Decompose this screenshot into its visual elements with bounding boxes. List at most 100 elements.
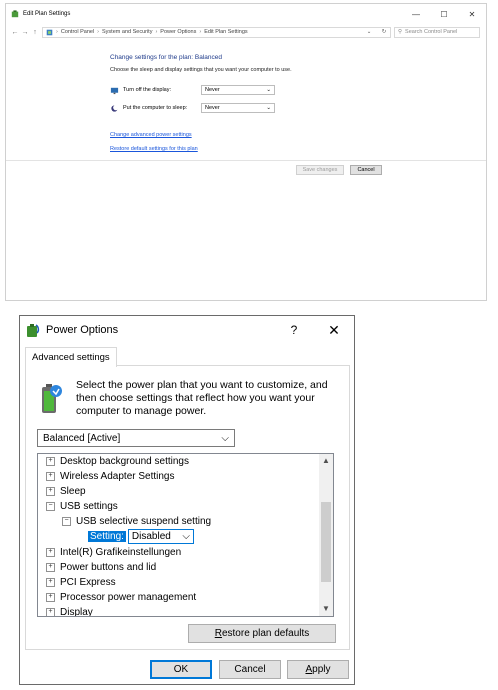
sleep-setting-row: Put the computer to sleep: Never ⌄ bbox=[110, 103, 275, 113]
back-button[interactable]: ← bbox=[10, 29, 20, 36]
tree-item-label: Processor power management bbox=[60, 592, 197, 603]
expand-icon[interactable]: + bbox=[46, 563, 55, 572]
tree-item-sleep[interactable]: + Sleep bbox=[46, 484, 86, 499]
tree-item-intel-graphics[interactable]: + Intel(R) Grafikeinstellungen bbox=[46, 545, 181, 560]
search-icon: ⚲ bbox=[398, 29, 403, 35]
chevron-down-icon: ⌄ bbox=[266, 87, 271, 93]
expand-icon[interactable]: + bbox=[46, 578, 55, 587]
window-title: Edit Plan Settings bbox=[23, 11, 71, 17]
help-button[interactable]: ? bbox=[274, 323, 314, 337]
cancel-button[interactable]: Cancel bbox=[219, 660, 281, 679]
maximize-button[interactable]: ☐ bbox=[430, 10, 458, 19]
restore-label: estore plan defaults bbox=[221, 628, 310, 639]
tree-item-label: Sleep bbox=[60, 486, 86, 497]
breadcrumb-separator: › bbox=[97, 29, 100, 35]
tree-item-desktop-background[interactable]: + Desktop background settings bbox=[46, 454, 189, 469]
breadcrumb-separator: › bbox=[199, 29, 202, 35]
up-button[interactable]: ↑ bbox=[30, 29, 40, 36]
breadcrumb-separator: › bbox=[155, 29, 158, 35]
tree-item-usb-selective-suspend[interactable]: − USB selective suspend setting bbox=[62, 514, 211, 529]
restore-mnemonic: R bbox=[214, 628, 222, 639]
tree-item-label: Desktop background settings bbox=[60, 456, 189, 467]
breadcrumb-separator: › bbox=[56, 29, 58, 35]
search-placeholder: Search Control Panel bbox=[405, 29, 458, 35]
expand-icon[interactable]: + bbox=[46, 487, 55, 496]
expand-icon[interactable]: + bbox=[46, 457, 55, 466]
sleep-label: Put the computer to sleep: bbox=[123, 105, 188, 111]
sleep-moon-icon bbox=[111, 104, 119, 112]
control-panel-icon bbox=[46, 29, 53, 35]
tree-item-usb-settings[interactable]: − USB settings bbox=[46, 499, 118, 514]
tree-item-label: PCI Express bbox=[60, 577, 116, 588]
refresh-icon[interactable]: ↻ bbox=[378, 29, 390, 35]
vertical-scrollbar[interactable]: ▲ ▼ bbox=[319, 454, 333, 616]
monitor-icon bbox=[110, 87, 119, 94]
tree-item-wireless-adapter[interactable]: + Wireless Adapter Settings bbox=[46, 469, 175, 484]
battery-plan-icon bbox=[42, 384, 62, 413]
scroll-down-icon[interactable]: ▼ bbox=[319, 602, 333, 616]
tree-item-label: Intel(R) Grafikeinstellungen bbox=[60, 547, 182, 558]
display-timeout-value: Never bbox=[205, 87, 220, 93]
expand-icon[interactable]: + bbox=[46, 548, 55, 557]
ok-button[interactable]: OK bbox=[150, 660, 212, 679]
power-plan-value: Balanced [Active] bbox=[43, 432, 121, 444]
collapse-icon[interactable]: − bbox=[62, 517, 71, 526]
search-input[interactable]: ⚲ Search Control Panel bbox=[394, 26, 480, 38]
scrollbar-thumb[interactable] bbox=[321, 502, 331, 582]
expand-icon[interactable]: + bbox=[46, 593, 55, 602]
advanced-settings-link[interactable]: Change advanced power settings bbox=[110, 132, 192, 138]
tree-item-label: USB settings bbox=[60, 501, 118, 512]
breadcrumb[interactable]: › Control Panel › System and Security › … bbox=[42, 26, 391, 38]
save-changes-button[interactable]: Save changes bbox=[296, 165, 344, 175]
title-bar: Edit Plan Settings — ☐ ✕ bbox=[6, 4, 486, 24]
breadcrumb-control-panel[interactable]: Control Panel bbox=[61, 29, 94, 35]
breadcrumb-edit-plan[interactable]: Edit Plan Settings bbox=[204, 29, 247, 35]
advanced-settings-panel: Select the power plan that you want to c… bbox=[25, 365, 350, 650]
edit-plan-settings-window: Edit Plan Settings — ☐ ✕ ← → ↑ › Control… bbox=[5, 3, 487, 301]
display-setting-row: Turn off the display: Never ⌄ bbox=[110, 85, 275, 95]
usb-suspend-setting-row: Setting: Disabled ⌵ bbox=[88, 529, 194, 544]
power-options-icon bbox=[27, 324, 40, 337]
plan-settings-content: Change settings for the plan: Balanced C… bbox=[6, 40, 486, 158]
apply-label: pply bbox=[312, 664, 331, 675]
tree-item-label: Power buttons and lid bbox=[60, 562, 157, 573]
restore-defaults-link[interactable]: Restore default settings for this plan bbox=[110, 146, 198, 152]
power-plan-select[interactable]: Balanced [Active] ⌵ bbox=[37, 429, 235, 447]
chevron-down-icon: ⌵ bbox=[221, 432, 229, 444]
close-button[interactable]: ✕ bbox=[458, 10, 486, 19]
chevron-down-icon: ⌄ bbox=[266, 105, 271, 111]
restore-plan-defaults-button[interactable]: Restore plan defaults bbox=[188, 624, 336, 643]
breadcrumb-system-security[interactable]: System and Security bbox=[102, 29, 152, 35]
scroll-up-icon[interactable]: ▲ bbox=[319, 454, 333, 468]
sleep-timeout-select[interactable]: Never ⌄ bbox=[201, 103, 275, 113]
settings-tree[interactable]: + Desktop background settings + Wireless… bbox=[37, 453, 334, 617]
display-timeout-select[interactable]: Never ⌄ bbox=[201, 85, 275, 95]
collapse-icon[interactable]: − bbox=[46, 502, 55, 511]
close-button[interactable]: ✕ bbox=[314, 322, 354, 339]
tree-item-pci-express[interactable]: + PCI Express bbox=[46, 575, 116, 590]
cancel-button[interactable]: Cancel bbox=[350, 165, 382, 175]
tree-item-processor[interactable]: + Processor power management bbox=[46, 590, 196, 605]
apply-button[interactable]: Apply bbox=[287, 660, 349, 679]
display-label: Turn off the display: bbox=[123, 87, 171, 93]
minimize-button[interactable]: — bbox=[402, 10, 430, 19]
chevron-down-icon: ⌵ bbox=[182, 531, 190, 542]
forward-button[interactable]: → bbox=[20, 29, 30, 36]
tab-advanced-settings[interactable]: Advanced settings bbox=[25, 347, 117, 367]
tree-item-label: USB selective suspend setting bbox=[76, 516, 212, 527]
power-options-dialog: Power Options ? ✕ Advanced settings Sele… bbox=[19, 315, 355, 685]
power-options-icon bbox=[11, 10, 19, 18]
page-heading: Change settings for the plan: Balanced bbox=[110, 54, 223, 61]
intro-text: Select the power plan that you want to c… bbox=[76, 379, 328, 417]
apply-mnemonic: A bbox=[305, 664, 313, 675]
tree-item-display[interactable]: + Display bbox=[46, 605, 93, 616]
breadcrumb-power-options[interactable]: Power Options bbox=[160, 29, 196, 35]
expand-icon[interactable]: + bbox=[46, 608, 55, 616]
chevron-down-icon[interactable]: ⌄ bbox=[363, 29, 375, 35]
setting-label: Setting: bbox=[88, 531, 126, 542]
tree-item-power-buttons[interactable]: + Power buttons and lid bbox=[46, 560, 156, 575]
address-bar-row: ← → ↑ › Control Panel › System and Secur… bbox=[6, 24, 486, 40]
dialog-title: Power Options bbox=[46, 324, 119, 336]
expand-icon[interactable]: + bbox=[46, 472, 55, 481]
usb-suspend-setting-select[interactable]: Disabled ⌵ bbox=[127, 529, 194, 544]
